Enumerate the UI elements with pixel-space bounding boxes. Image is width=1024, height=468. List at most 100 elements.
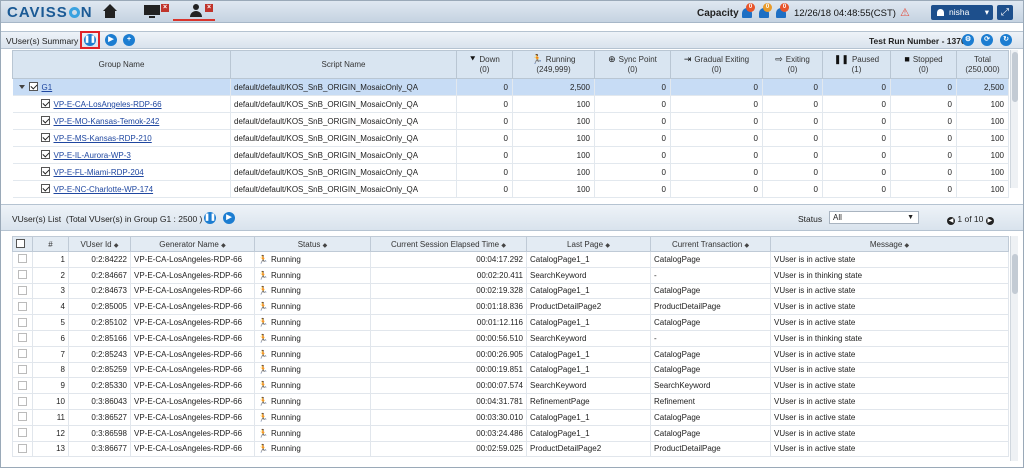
group-row[interactable]: G1 default/default/KOS_SnB_ORIGIN_MosaicO… (12, 78, 1009, 96)
table-row[interactable]: 7 0:2:85243 VP-E-CA-LosAngeles-RDP-66 🏃 Runn… (12, 345, 1009, 363)
alert-bell-icon[interactable]: 0 (759, 3, 772, 18)
row-checkbox[interactable] (12, 345, 33, 363)
generator-row[interactable]: VP-E-NC-Charlotte-WP-174 default/default/… (12, 180, 1009, 198)
warning-icon[interactable]: ⚠ (900, 6, 914, 19)
sort-icon[interactable]: ◆ (221, 243, 226, 249)
list-pause-button[interactable]: ❚❚ (204, 212, 216, 224)
row-checkbox[interactable] (40, 99, 50, 108)
user-menu-button[interactable]: nisha ▾ (931, 5, 993, 20)
table-row[interactable]: 1 0:2:84222 VP-E-CA-LosAngeles-RDP-66 🏃 Runn… (12, 251, 1009, 268)
status-filter-select[interactable]: All ▼ (829, 211, 919, 224)
generator-row[interactable]: VP-E-MS-Kansas-RDP-210 default/default/KO… (12, 129, 1009, 147)
alert-bell-icon[interactable]: 0 (742, 3, 755, 18)
generator-name-cell[interactable]: VP-E-NC-Charlotte-WP-174 (12, 180, 231, 198)
generator-row[interactable]: VP-E-FL-Miami-RDP-204 default/default/KOS… (12, 163, 1009, 181)
reload-icon[interactable]: ↻ (1000, 34, 1012, 46)
sort-icon[interactable]: ◆ (114, 243, 119, 249)
col-paused[interactable]: ❚❚ Paused (1) (822, 50, 891, 79)
col-index[interactable]: # (32, 236, 69, 252)
sort-icon[interactable]: ◆ (905, 243, 910, 249)
generator-name-cell[interactable]: VP-E-IL-Aurora-WP-3 (12, 146, 231, 164)
table-row[interactable]: 5 0:2:85102 VP-E-CA-LosAngeles-RDP-66 🏃 Runn… (12, 314, 1009, 331)
row-checkbox[interactable] (12, 377, 33, 395)
list-play-button[interactable]: ▶ (223, 212, 235, 224)
sort-icon[interactable]: ◆ (501, 243, 506, 249)
table-row[interactable]: 13 0:3:86677 VP-E-CA-LosAngeles-RDP-66 🏃 Run… (12, 440, 1009, 458)
table-row[interactable]: 11 0:3:86527 VP-E-CA-LosAngeles-RDP-66 🏃 Run… (12, 408, 1009, 426)
generator-name-cell[interactable]: VP-E-MS-Kansas-RDP-210 (12, 129, 231, 147)
row-checkbox[interactable] (12, 266, 33, 284)
add-button[interactable]: + (123, 34, 135, 46)
sort-icon[interactable]: ◆ (744, 243, 749, 249)
row-checkbox[interactable] (12, 282, 33, 300)
expand-arrow-icon[interactable] (18, 85, 25, 89)
close-users-icon[interactable]: × (205, 4, 213, 12)
col-group-name[interactable]: Group Name (12, 50, 231, 79)
generator-link[interactable]: VP-E-MO-Kansas-Temok-242 (54, 117, 160, 126)
row-checkbox[interactable] (40, 133, 50, 142)
pause-button[interactable]: ❚❚ (84, 34, 96, 46)
col-status[interactable]: Status ◆ (254, 236, 371, 252)
generator-link[interactable]: VP-E-CA-LosAngeles-RDP-66 (54, 100, 162, 109)
col-elapsed-time[interactable]: Current Session Elapsed Time ◆ (370, 236, 527, 252)
generator-row[interactable]: VP-E-CA-LosAngeles-RDP-66 default/default… (12, 95, 1009, 113)
row-checkbox[interactable] (12, 408, 33, 426)
generator-row[interactable]: VP-E-MO-Kansas-Temok-242 default/default/… (12, 112, 1009, 130)
row-checkbox[interactable] (12, 314, 33, 331)
table-row[interactable]: 6 0:2:85166 VP-E-CA-LosAngeles-RDP-66 🏃 Runn… (12, 329, 1009, 347)
table-row[interactable]: 3 0:2:84673 VP-E-CA-LosAngeles-RDP-66 🏃 Runn… (12, 282, 1009, 300)
col-stopped[interactable]: ■ Stopped (0) (890, 50, 957, 79)
row-checkbox[interactable] (12, 329, 33, 347)
settings-icon[interactable]: ⚙ (962, 34, 974, 46)
generator-name-cell[interactable]: VP-E-MO-Kansas-Temok-242 (12, 112, 231, 130)
col-running[interactable]: 🏃 Running (249,999) (512, 50, 595, 79)
col-down[interactable]: ⯆ Down (0) (456, 50, 513, 79)
row-checkbox[interactable] (12, 298, 33, 316)
close-monitor-icon[interactable]: × (161, 4, 169, 12)
col-gradual-exiting[interactable]: ⇥ Gradual Exiting (0) (670, 50, 763, 79)
col-current-transaction[interactable]: Current Transaction ◆ (650, 236, 771, 252)
generator-link[interactable]: VP-E-IL-Aurora-WP-3 (54, 151, 131, 160)
row-checkbox[interactable] (12, 393, 33, 410)
col-exiting[interactable]: ⇨ Exiting (0) (762, 50, 823, 79)
row-checkbox[interactable] (12, 440, 33, 458)
group-link[interactable]: G1 (42, 83, 53, 92)
list-scrollbar[interactable] (1010, 236, 1018, 461)
generator-link[interactable]: VP-E-NC-Charlotte-WP-174 (54, 185, 154, 194)
row-checkbox[interactable] (40, 116, 50, 125)
generator-link[interactable]: VP-E-MS-Kansas-RDP-210 (54, 134, 152, 143)
table-row[interactable]: 4 0:2:85005 VP-E-CA-LosAngeles-RDP-66 🏃 Runn… (12, 298, 1009, 316)
col-sync-point[interactable]: ⊕ Sync Point (0) (594, 50, 671, 79)
col-script-name[interactable]: Script Name (230, 50, 457, 79)
table-row[interactable]: 10 0:3:86043 VP-E-CA-LosAngeles-RDP-66 🏃 Run… (12, 393, 1009, 410)
row-checkbox[interactable] (12, 361, 33, 379)
select-all-checkbox[interactable] (12, 236, 33, 252)
generator-link[interactable]: VP-E-FL-Miami-RDP-204 (54, 168, 144, 177)
table-row[interactable]: 9 0:2:85330 VP-E-CA-LosAngeles-RDP-66 🏃 Runn… (12, 377, 1009, 395)
col-last-page[interactable]: Last Page ◆ (526, 236, 651, 252)
summary-scrollbar[interactable] (1010, 50, 1018, 188)
row-checkbox[interactable] (12, 251, 33, 268)
refresh-icon[interactable]: ⟳ (981, 34, 993, 46)
group-name-cell[interactable]: G1 (12, 78, 231, 96)
table-row[interactable]: 2 0:2:84667 VP-E-CA-LosAngeles-RDP-66 🏃 Runn… (12, 266, 1009, 284)
col-generator-name[interactable]: Generator Name ◆ (130, 236, 255, 252)
col-total[interactable]: Total (250,000) (956, 50, 1009, 79)
row-checkbox[interactable] (28, 82, 38, 91)
home-icon[interactable] (103, 4, 117, 20)
table-row[interactable]: 12 0:3:86598 VP-E-CA-LosAngeles-RDP-66 🏃 Run… (12, 424, 1009, 442)
generator-name-cell[interactable]: VP-E-FL-Miami-RDP-204 (12, 163, 231, 181)
col-vuser-id[interactable]: VUser Id ◆ (68, 236, 131, 252)
col-message[interactable]: Message ◆ (770, 236, 1009, 252)
monitor-icon[interactable]: × (144, 4, 169, 20)
next-page-button[interactable]: ▶ (985, 217, 994, 225)
row-checkbox[interactable] (12, 424, 33, 442)
sort-icon[interactable]: ◆ (323, 243, 328, 249)
alert-bell-icon[interactable]: 0 (776, 3, 789, 18)
generator-name-cell[interactable]: VP-E-CA-LosAngeles-RDP-66 (12, 95, 231, 113)
row-checkbox[interactable] (40, 167, 50, 176)
generator-row[interactable]: VP-E-IL-Aurora-WP-3 default/default/KOS_S… (12, 146, 1009, 164)
sort-icon[interactable]: ◆ (605, 243, 610, 249)
play-button[interactable]: ▶ (105, 34, 117, 46)
table-row[interactable]: 8 0:2:85259 VP-E-CA-LosAngeles-RDP-66 🏃 Runn… (12, 361, 1009, 379)
